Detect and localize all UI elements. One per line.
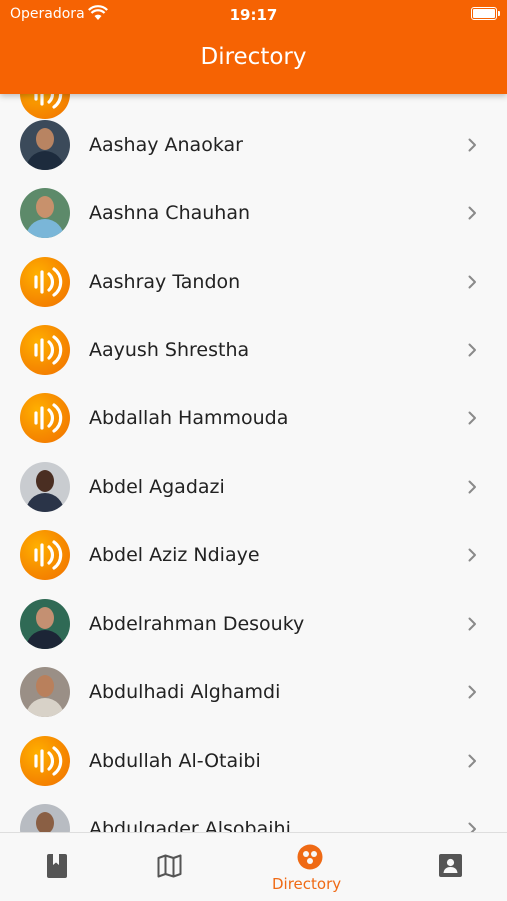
avatar	[20, 188, 70, 238]
avatar	[20, 120, 70, 170]
bookmark-book-icon	[47, 854, 67, 878]
tab-map[interactable]	[142, 833, 196, 901]
map-icon	[157, 854, 182, 878]
chevron-right-icon	[468, 138, 476, 152]
avatar	[20, 599, 70, 649]
tab-bar: Directory	[0, 832, 507, 901]
directory-icon	[297, 844, 323, 870]
list-item[interactable]: Aashna Chauhan	[0, 179, 507, 247]
app-header: Operadora 19:17 Directory	[0, 0, 507, 94]
avatar	[20, 804, 70, 832]
list-item[interactable]: Aayush Shrestha	[0, 316, 507, 384]
list-item[interactable]: Abdulqader Alsobaihi	[0, 795, 507, 832]
chevron-right-icon	[468, 754, 476, 768]
contact-name: Aayush Shrestha	[89, 339, 250, 361]
clock: 19:17	[229, 6, 278, 24]
page-title: Directory	[200, 44, 307, 70]
list-item[interactable]: Aashray Tandon	[0, 248, 507, 316]
list-item[interactable]: Abdel Aziz Ndiaye	[0, 521, 507, 589]
chevron-right-icon	[468, 617, 476, 631]
chevron-right-icon	[468, 480, 476, 494]
contact-name: Aashna Chauhan	[89, 202, 251, 224]
tab-profile[interactable]	[424, 833, 478, 901]
avatar	[20, 667, 70, 717]
chevron-right-icon	[468, 822, 476, 832]
tab-directory[interactable]: Directory	[262, 833, 358, 901]
chevron-right-icon	[468, 548, 476, 562]
list-item[interactable]: Abdulhadi Alghamdi	[0, 658, 507, 726]
contact-name: Aashray Tandon	[89, 271, 241, 293]
chevron-right-icon	[468, 343, 476, 357]
tab-bookmarks[interactable]	[30, 833, 84, 901]
contact-name: Abdel Agadazi	[89, 476, 225, 498]
contact-name: Abdelrahman Desouky	[89, 613, 305, 635]
logo-icon	[20, 530, 70, 580]
contact-name: Aashay Anaokar	[89, 134, 243, 156]
chevron-right-icon	[468, 275, 476, 289]
logo-icon	[20, 736, 70, 786]
list-item[interactable]: Aashay Anaokar	[0, 111, 507, 179]
contact-name: Abdulqader Alsobaihi	[89, 818, 291, 832]
list-item[interactable]: Abdel Agadazi	[0, 453, 507, 521]
chevron-right-icon	[468, 206, 476, 220]
status-bar: Operadora 19:17	[0, 0, 507, 30]
chevron-right-icon	[468, 411, 476, 425]
list-item[interactable]: Abdullah Al-Otaibi	[0, 727, 507, 795]
profile-card-icon	[439, 854, 462, 877]
contact-name: Abdallah Hammouda	[89, 407, 289, 429]
contact-name: Abdullah Al-Otaibi	[89, 750, 261, 772]
logo-icon	[20, 325, 70, 375]
avatar	[20, 462, 70, 512]
logo-icon	[20, 393, 70, 443]
tab-label: Directory	[272, 875, 342, 893]
contact-list[interactable]: Aashay Anaokar Aashna Chauhan Aashray Ta…	[0, 94, 507, 832]
contact-name: Abdel Aziz Ndiaye	[89, 544, 260, 566]
chevron-right-icon	[468, 685, 476, 699]
battery-icon	[471, 7, 500, 20]
list-item[interactable]: Abdallah Hammouda	[0, 384, 507, 452]
contact-name: Abdulhadi Alghamdi	[89, 681, 281, 703]
list-item[interactable]: Abdelrahman Desouky	[0, 590, 507, 658]
logo-icon	[20, 257, 70, 307]
